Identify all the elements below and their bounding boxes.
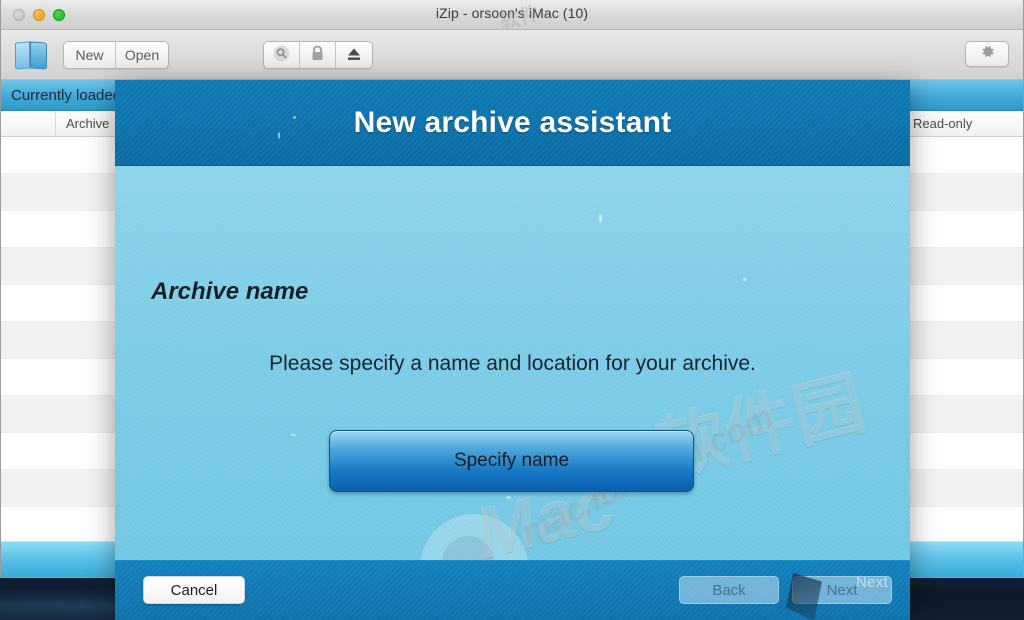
toolbar: New Open (1, 30, 1023, 80)
dialog-body: Mac 软件园 mac.it2013m.com Archive name Ple… (115, 166, 910, 620)
tool-segmented-group (263, 41, 373, 69)
column-header-read-only[interactable]: Read-only (903, 111, 1023, 137)
next-button-ghost-label: Next (855, 574, 888, 591)
screen: iZip - orsoon's iMac (10) 软件 New Open Cu… (0, 0, 1024, 620)
body-speck (291, 434, 296, 436)
izip-book-icon (15, 40, 49, 70)
gear-icon (979, 43, 996, 65)
header-speck (278, 132, 280, 139)
dialog-header: New archive assistant (115, 80, 910, 166)
search-button[interactable] (264, 42, 300, 68)
back-button[interactable]: Back (679, 576, 779, 604)
title-bar: iZip - orsoon's iMac (10) 软件 (1, 0, 1023, 35)
search-icon (273, 45, 290, 65)
section-label-archive-name: Archive name (151, 278, 309, 305)
body-speck (743, 278, 747, 281)
body-speck (599, 214, 602, 223)
dialog-title: New archive assistant (353, 105, 672, 139)
eject-icon (346, 46, 362, 65)
header-speck (293, 116, 296, 119)
dialog-footer: Cancel Back Next Next (115, 560, 910, 620)
specify-name-button[interactable]: Specify name (329, 430, 694, 492)
new-button[interactable]: New (64, 42, 116, 68)
column-header-icon[interactable] (1, 110, 56, 137)
book-right-page (30, 41, 47, 70)
lock-button[interactable] (300, 42, 336, 68)
cancel-button[interactable]: Cancel (143, 576, 245, 604)
window-title: iZip - orsoon's iMac (10) (435, 5, 589, 21)
lock-icon (310, 45, 325, 65)
book-left-page (15, 41, 30, 70)
instruction-text: Please specify a name and location for y… (269, 352, 756, 375)
new-archive-assistant-dialog: New archive assistant Mac 软件园 mac.it2013… (115, 80, 910, 620)
open-button[interactable]: Open (116, 42, 168, 68)
new-open-segmented-group: New Open (63, 41, 169, 69)
settings-button[interactable] (965, 41, 1009, 67)
eject-button[interactable] (336, 42, 372, 68)
body-speck (506, 496, 511, 499)
